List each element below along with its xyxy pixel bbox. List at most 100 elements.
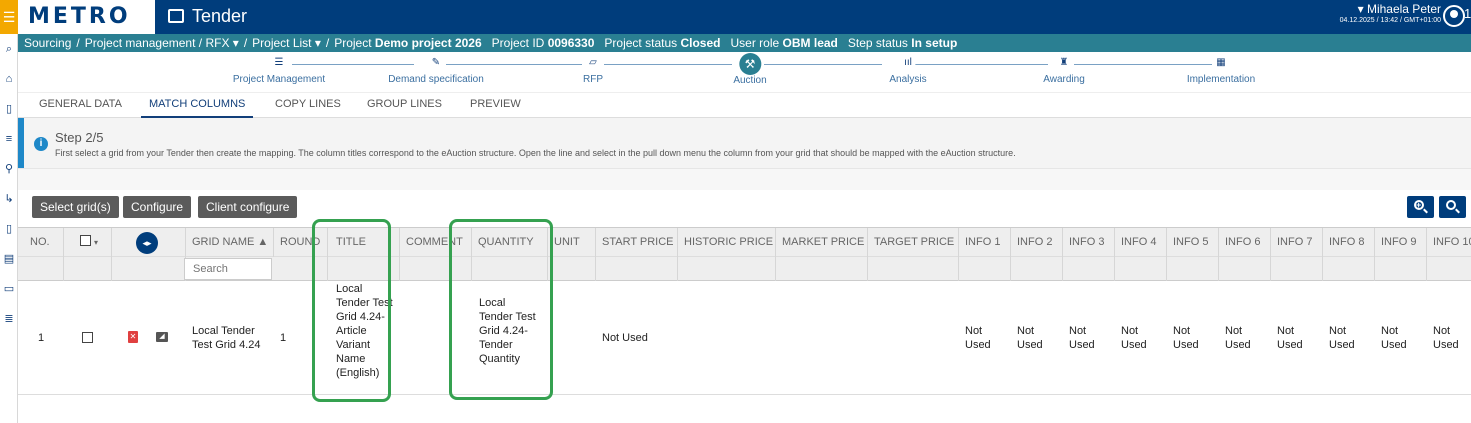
extra-indicator: 1 <box>1464 6 1471 21</box>
step-awarding[interactable]: ♜ Awarding <box>1043 56 1085 85</box>
delete-icon[interactable]: ✕ <box>128 331 138 343</box>
row-info-4: Not Used <box>1121 325 1147 351</box>
crumb-project-list[interactable]: Project List ▾ <box>252 36 321 50</box>
row-round: 1 <box>280 332 287 344</box>
stack-icon[interactable]: ≣ <box>0 304 18 334</box>
col-unit[interactable]: UNIT <box>548 228 596 258</box>
folder-icon[interactable]: ◢ <box>156 332 168 342</box>
col-info-4[interactable]: INFO 4 <box>1115 228 1167 258</box>
project-status-label: Project status <box>604 36 678 50</box>
row-info-9: Not Used <box>1381 325 1407 351</box>
grid-name-search-input[interactable] <box>184 258 272 280</box>
step-implementation[interactable]: ▦ Implementation <box>1187 56 1255 85</box>
filter-cell <box>548 257 596 281</box>
crumb-sourcing[interactable]: Sourcing <box>24 36 71 50</box>
quantity-column-highlight <box>449 219 553 400</box>
user-dropdown-icon[interactable]: ▾ <box>1358 2 1367 16</box>
clipboard-icon[interactable]: ▭ <box>0 274 18 304</box>
app-title: Tender <box>168 0 247 34</box>
step-demand-specification[interactable]: ✎ Demand specification <box>388 56 484 85</box>
step-rfp[interactable]: ▱ RFP <box>583 56 603 85</box>
filter-cell <box>1063 257 1115 281</box>
crumb-project-management[interactable]: Project management / RFX ▾ <box>85 36 239 50</box>
col-info-6[interactable]: INFO 6 <box>1219 228 1271 258</box>
step-label: Demand specification <box>388 74 484 85</box>
col-target-price[interactable]: TARGET PRICE <box>868 228 959 258</box>
row-checkbox[interactable] <box>82 332 93 346</box>
row-info-10: Not Used <box>1433 325 1459 351</box>
col-info-9[interactable]: INFO 9 <box>1375 228 1427 258</box>
tab-match-columns[interactable]: MATCH COLUMNS <box>141 93 254 119</box>
filter-cell <box>1011 257 1063 281</box>
search-icon <box>1446 200 1456 210</box>
step-label: Auction <box>733 75 767 86</box>
tab-preview[interactable]: PREVIEW <box>470 93 521 119</box>
step-analysis[interactable]: ııl Analysis <box>889 56 927 85</box>
tab-general-data[interactable]: GENERAL DATA <box>39 93 122 119</box>
metro-logo[interactable]: METRO <box>18 0 155 34</box>
col-info-3[interactable]: INFO 3 <box>1063 228 1115 258</box>
checkbox-icon[interactable] <box>82 332 93 343</box>
user-role-value: OBM lead <box>782 36 838 50</box>
configure-button[interactable]: Configure <box>123 196 192 218</box>
calendar-icon: ▦ <box>1214 56 1228 69</box>
checkbox-icon[interactable] <box>80 235 91 246</box>
row-info-5: Not Used <box>1173 325 1199 351</box>
breadcrumb: Sourcing / Project management / RFX ▾ / Proj… <box>18 34 1471 52</box>
filter-cell <box>776 257 868 281</box>
hand-icon[interactable]: ↳ <box>0 184 18 214</box>
swap-icon[interactable]: ◂▸ <box>136 232 158 254</box>
project-id-label: Project ID <box>491 36 545 50</box>
document-icon[interactable]: ▯ <box>0 94 18 124</box>
step-auction[interactable]: ⚒ Auction <box>733 53 767 86</box>
info-title: Step 2/5 <box>55 130 104 145</box>
col-info-7[interactable]: INFO 7 <box>1271 228 1323 258</box>
info-text: First select a grid from your Tender the… <box>55 148 1016 158</box>
user-menu[interactable]: ▾ Mihaela Peter 04.12.2025 / 13:42 / GMT… <box>1340 2 1441 26</box>
select-all-checkbox[interactable]: ▾ <box>64 228 112 258</box>
col-market-price[interactable]: MARKET PRICE <box>776 228 868 258</box>
gavel-icon: ⚒ <box>738 53 761 75</box>
filter-cell <box>868 257 959 281</box>
col-info-5[interactable]: INFO 5 <box>1167 228 1219 258</box>
left-rail: ☰ ⌕ ⌂ ▯ ≡ ⚲ ↳ ▯ ▤ ▭ ≣ <box>0 0 18 423</box>
col-no[interactable]: NO. <box>18 228 64 258</box>
col-info-2[interactable]: INFO 2 <box>1011 228 1063 258</box>
filter-cell <box>596 257 678 281</box>
top-header: METRO Tender ▾ Mihaela Peter 04.12.2025 … <box>18 0 1471 34</box>
tab-copy-lines[interactable]: COPY LINES <box>275 93 341 119</box>
home-icon[interactable]: ⌂ <box>0 64 18 94</box>
col-info-1[interactable]: INFO 1 <box>959 228 1011 258</box>
bar-chart-icon: ııl <box>901 56 915 69</box>
step-status-value: In setup <box>911 36 958 50</box>
contract-icon[interactable]: ▤ <box>0 244 18 274</box>
list-icon[interactable]: ≡ <box>0 124 18 154</box>
filter-cell <box>1271 257 1323 281</box>
zoom-in-button[interactable]: + <box>1407 196 1434 218</box>
table-row[interactable]: 1 ✕ ◢ Local Tender Test Grid 4.24 1 Loca… <box>18 281 1471 395</box>
project-id-value: 0096330 <box>547 36 595 50</box>
file-icon[interactable]: ▯ <box>0 214 18 244</box>
search-doc-icon[interactable]: ⚲ <box>0 154 18 184</box>
filter-cell <box>1323 257 1375 281</box>
step-project-management[interactable]: ☰ Project Management <box>233 56 325 85</box>
select-grids-button[interactable]: Select grid(s) <box>32 196 119 218</box>
avatar-icon[interactable] <box>1443 5 1465 27</box>
process-stepper: ☰ Project Management ✎ Demand specificat… <box>18 52 1471 92</box>
client-configure-button[interactable]: Client configure <box>198 196 298 218</box>
menu-icon[interactable]: ☰ <box>0 0 18 34</box>
col-historic-price[interactable]: HISTORIC PRICE <box>678 228 776 258</box>
award-icon: ♜ <box>1056 56 1071 69</box>
user-name[interactable]: Mihaela Peter <box>1367 2 1441 16</box>
col-grid-name[interactable]: GRID NAME ▲ <box>186 228 274 258</box>
step-connector <box>764 64 882 65</box>
col-info-8[interactable]: INFO 8 <box>1323 228 1375 258</box>
search-button[interactable] <box>1439 196 1466 218</box>
col-start-price[interactable]: START PRICE <box>596 228 678 258</box>
tab-group-lines[interactable]: GROUP LINES <box>367 93 442 119</box>
col-info-10[interactable]: INFO 10 <box>1427 228 1471 258</box>
chevron-down-icon[interactable]: ▾ <box>94 238 98 247</box>
filter-cell <box>678 257 776 281</box>
filter-cell <box>64 257 112 281</box>
search-icon[interactable]: ⌕ <box>0 34 18 64</box>
